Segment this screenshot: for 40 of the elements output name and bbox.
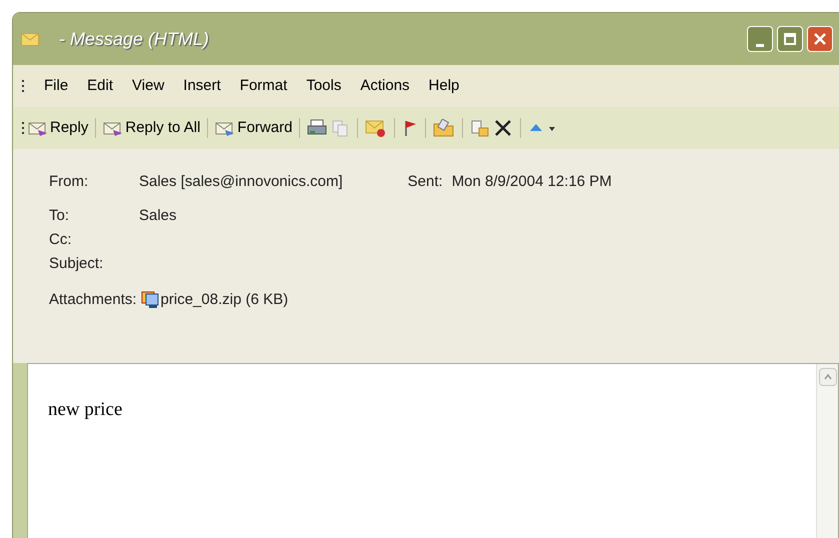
body-text: new price [48, 398, 124, 422]
close-button[interactable] [807, 26, 833, 52]
maximize-button[interactable] [777, 26, 803, 52]
field-value: Sales [sales@innovonics.com] [139, 172, 343, 192]
menu-item[interactable]: Actions [360, 74, 410, 98]
menu-item[interactable]: Insert [183, 74, 221, 98]
field-label: To: [49, 206, 70, 226]
scroll-up-button[interactable] [818, 368, 836, 386]
forward-icon [215, 120, 236, 136]
delete-icon[interactable] [493, 119, 514, 137]
toolbar-button[interactable]: Forward [215, 116, 292, 140]
field-value: Mon 8/9/2004 12:16 PM [452, 172, 612, 192]
envelope-icon[interactable] [365, 119, 388, 137]
zip-file-icon [140, 290, 161, 310]
close-icon [813, 32, 827, 46]
menu-item[interactable]: Edit [87, 74, 114, 98]
folder-icon[interactable] [433, 119, 456, 137]
field-label: Cc: [49, 230, 72, 250]
caret-up-icon [824, 374, 832, 380]
toolbar-button[interactable]: Reply to All [103, 116, 200, 140]
grip-icon[interactable] [21, 79, 25, 93]
reply-icon [103, 120, 124, 136]
grip-icon[interactable] [21, 121, 25, 135]
field-label: Subject: [49, 254, 104, 274]
envelope-icon [21, 32, 39, 46]
reply-icon [28, 120, 48, 136]
toolbar-button[interactable]: Reply [28, 116, 88, 140]
menu-item[interactable]: Tools [306, 74, 342, 98]
attachment-link[interactable]: price_08.zip (6 KB) [160, 289, 288, 312]
field-value: Sales [139, 206, 177, 226]
field-label: Sent: [408, 172, 443, 192]
menu-item[interactable]: View [132, 74, 164, 98]
print-icon[interactable] [307, 119, 328, 137]
field-label: Attachments: [49, 290, 137, 310]
window-title: - Message (HTML) [59, 28, 210, 51]
minimize-button[interactable] [747, 26, 773, 52]
menu-item[interactable]: Format [240, 74, 288, 98]
menu-item[interactable]: Help [428, 74, 460, 98]
field-label: From: [49, 172, 90, 192]
menu-item[interactable]: File [44, 74, 68, 98]
